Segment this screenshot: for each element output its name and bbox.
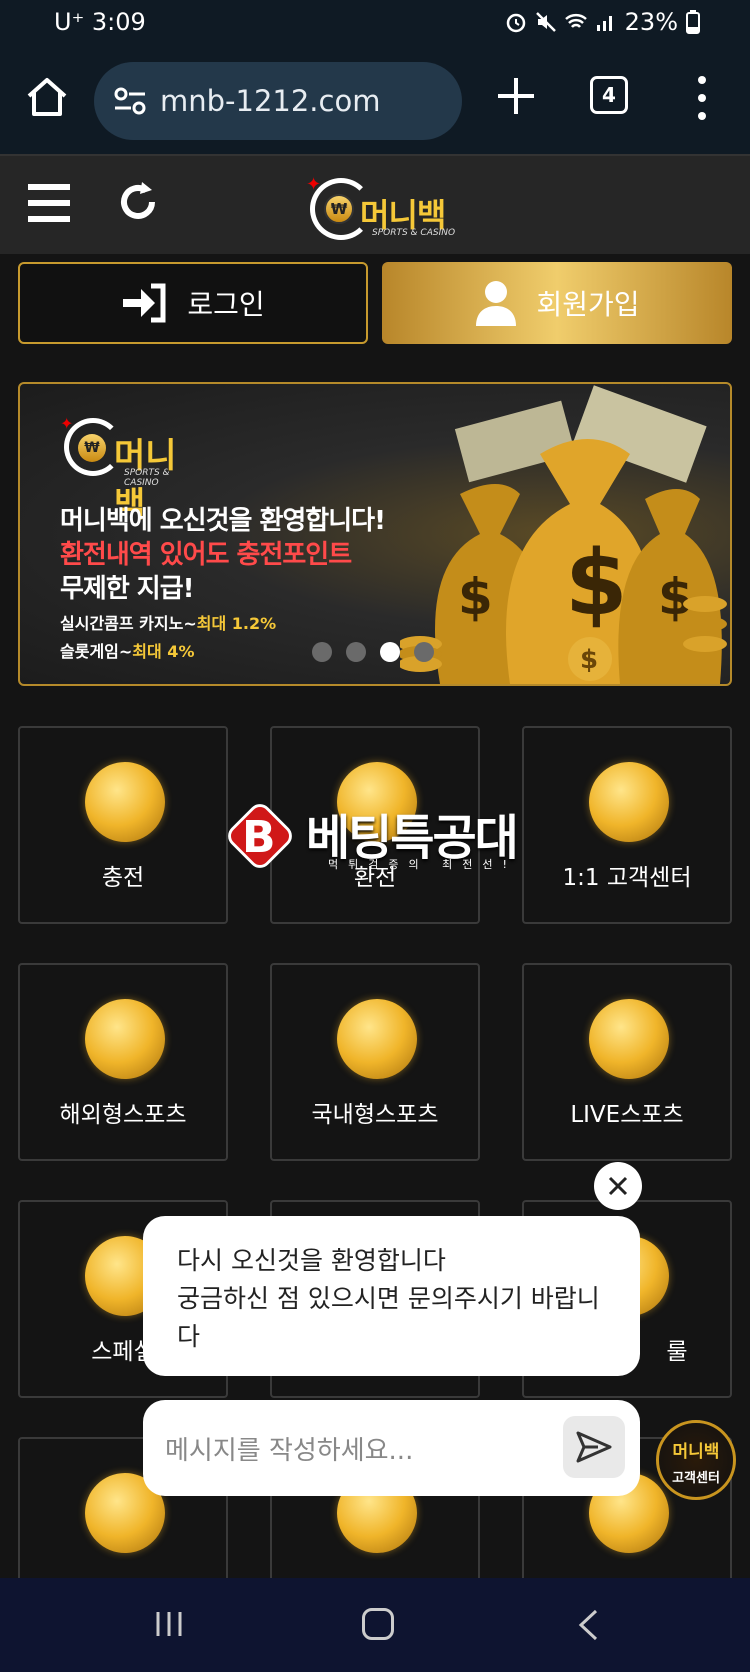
chat-close-button[interactable] <box>594 1162 642 1210</box>
url-text[interactable]: mnb-1212.com <box>160 84 380 118</box>
tile-label: 국내형스포츠 <box>311 1102 439 1128</box>
system-nav-bar <box>0 1578 750 1672</box>
banner-slot-comp: 슬롯게임~최대 4% <box>60 642 195 661</box>
recent-apps-icon[interactable] <box>154 1610 184 1638</box>
deposit-icon <box>85 762 165 842</box>
svg-text:$: $ <box>565 531 628 636</box>
live-bet-icon <box>589 999 669 1079</box>
tile-label: 해외형스포츠 <box>59 1102 187 1128</box>
banner-casino-comp: 실시간콤프 카지노~최대 1.2% <box>60 614 277 633</box>
signup-label: 회원가입 <box>536 288 640 321</box>
wifi-icon <box>564 14 587 28</box>
svg-text:$: $ <box>580 645 598 675</box>
chat-message-bubble: 다시 오신것을 환영합니다 궁금하신 점 있으시면 문의주시기 바랍니다 <box>143 1216 640 1376</box>
tab-switcher-button[interactable]: 4 <box>590 76 628 114</box>
banner-tagline: 무제한 지급! <box>60 574 195 604</box>
banner-logo: ✦ ₩ 머니백 SPORTS & CASINO <box>60 414 200 525</box>
tile-support[interactable]: 1:1 고객센터 <box>522 726 732 924</box>
banner-dot[interactable] <box>312 642 332 662</box>
banner-dot[interactable] <box>414 642 434 662</box>
signal-icon <box>596 16 612 31</box>
chat-input-placeholder[interactable]: 메시지를 작성하세요... <box>165 1430 413 1467</box>
banner-dot[interactable] <box>346 642 366 662</box>
watermark-badge-letter: B <box>242 812 276 863</box>
user-icon <box>476 281 517 326</box>
logo-star-icon: ✦ <box>306 174 322 195</box>
tile-label: LIVE스포츠 <box>570 1102 684 1128</box>
chat-message-line: 궁금하신 점 있으시면 문의주시기 바랍니다 <box>177 1284 600 1351</box>
hamburger-menu-icon[interactable] <box>26 182 72 224</box>
battery-percent: 23% <box>624 8 678 36</box>
soccer-ball-icon <box>85 999 165 1079</box>
promo-banner[interactable]: ✦ ₩ 머니백 SPORTS & CASINO 머니백에 오신것을 환영합니다!… <box>18 382 732 686</box>
watermark-subtitle: 먹튀검증의 최전선! <box>328 858 517 871</box>
svg-text:$: $ <box>458 568 493 626</box>
banner-pagination <box>312 642 434 662</box>
site-header: ✦ ₩ 머니백 SPORTS & CASINO <box>0 154 750 254</box>
customer-service-badge[interactable]: 머니백 고객센터 <box>656 1420 736 1500</box>
banner-subheadline: 환전내역 있어도 충전포인트 <box>60 540 352 570</box>
more-menu-icon[interactable] <box>690 72 714 124</box>
site-settings-icon[interactable] <box>112 86 148 116</box>
home-icon[interactable] <box>24 74 70 120</box>
home-nav-icon[interactable] <box>362 1608 394 1640</box>
tile-overseas-sports[interactable]: 해외형스포츠 <box>18 963 228 1161</box>
login-label: 로그인 <box>187 288 265 321</box>
refresh-icon[interactable] <box>116 180 160 224</box>
signup-button[interactable]: 회원가입 <box>382 262 732 344</box>
login-icon <box>123 283 166 323</box>
won-coin-icon: ₩ <box>324 194 354 224</box>
new-tab-icon[interactable] <box>492 72 540 120</box>
cs-badge-brand: 머니백 <box>672 1442 720 1462</box>
money-bags-illustration: $ $ $ $ <box>400 385 727 684</box>
tile-domestic-sports[interactable]: 국내형스포츠 <box>270 963 480 1161</box>
battery-icon <box>686 10 700 34</box>
tile-label: 충전 <box>101 865 145 891</box>
logo-subtitle: SPORTS & CASINO <box>372 228 456 238</box>
cs-badge-label: 고객센터 <box>672 1471 720 1486</box>
send-icon <box>576 1431 612 1463</box>
tile-live-sports[interactable]: LIVE스포츠 <box>522 963 732 1161</box>
status-bar: U⁺ 3:09 23% <box>0 0 750 46</box>
mute-icon <box>535 12 556 32</box>
svg-text:$: $ <box>658 568 693 626</box>
tile-label: 1:1 고객센터 <box>562 865 692 891</box>
site-logo[interactable]: ✦ ₩ 머니백 SPORTS & CASINO <box>300 166 460 246</box>
support-icon <box>589 762 669 842</box>
alarm-icon <box>506 13 525 33</box>
banner-dot-active[interactable] <box>380 642 400 662</box>
tile-deposit[interactable]: 충전 <box>18 726 228 924</box>
banner-headline: 머니백에 오신것을 환영합니다! <box>60 506 386 536</box>
status-carrier-time: U⁺ 3:09 <box>54 8 146 36</box>
chat-message-line: 다시 오신것을 환영합니다 <box>177 1246 446 1275</box>
baseball-icon <box>337 999 417 1079</box>
login-button[interactable]: 로그인 <box>18 262 368 344</box>
watermark-logo: B 베팅특공대 먹튀검증의 최전선! <box>223 798 534 878</box>
banner-brand-sub: SPORTS & CASINO <box>124 468 170 488</box>
status-icons: 23% <box>505 8 700 36</box>
back-icon[interactable] <box>576 1608 600 1642</box>
close-icon <box>608 1176 628 1196</box>
browser-toolbar: mnb-1212.com 4 <box>0 46 750 154</box>
banner-star-icon: ✦ <box>60 414 74 433</box>
banner-won-coin-icon: ₩ <box>78 434 106 462</box>
address-bar[interactable]: mnb-1212.com <box>94 62 462 140</box>
chat-send-button[interactable] <box>563 1416 625 1478</box>
chat-input-box[interactable]: 메시지를 작성하세요... <box>143 1400 640 1496</box>
